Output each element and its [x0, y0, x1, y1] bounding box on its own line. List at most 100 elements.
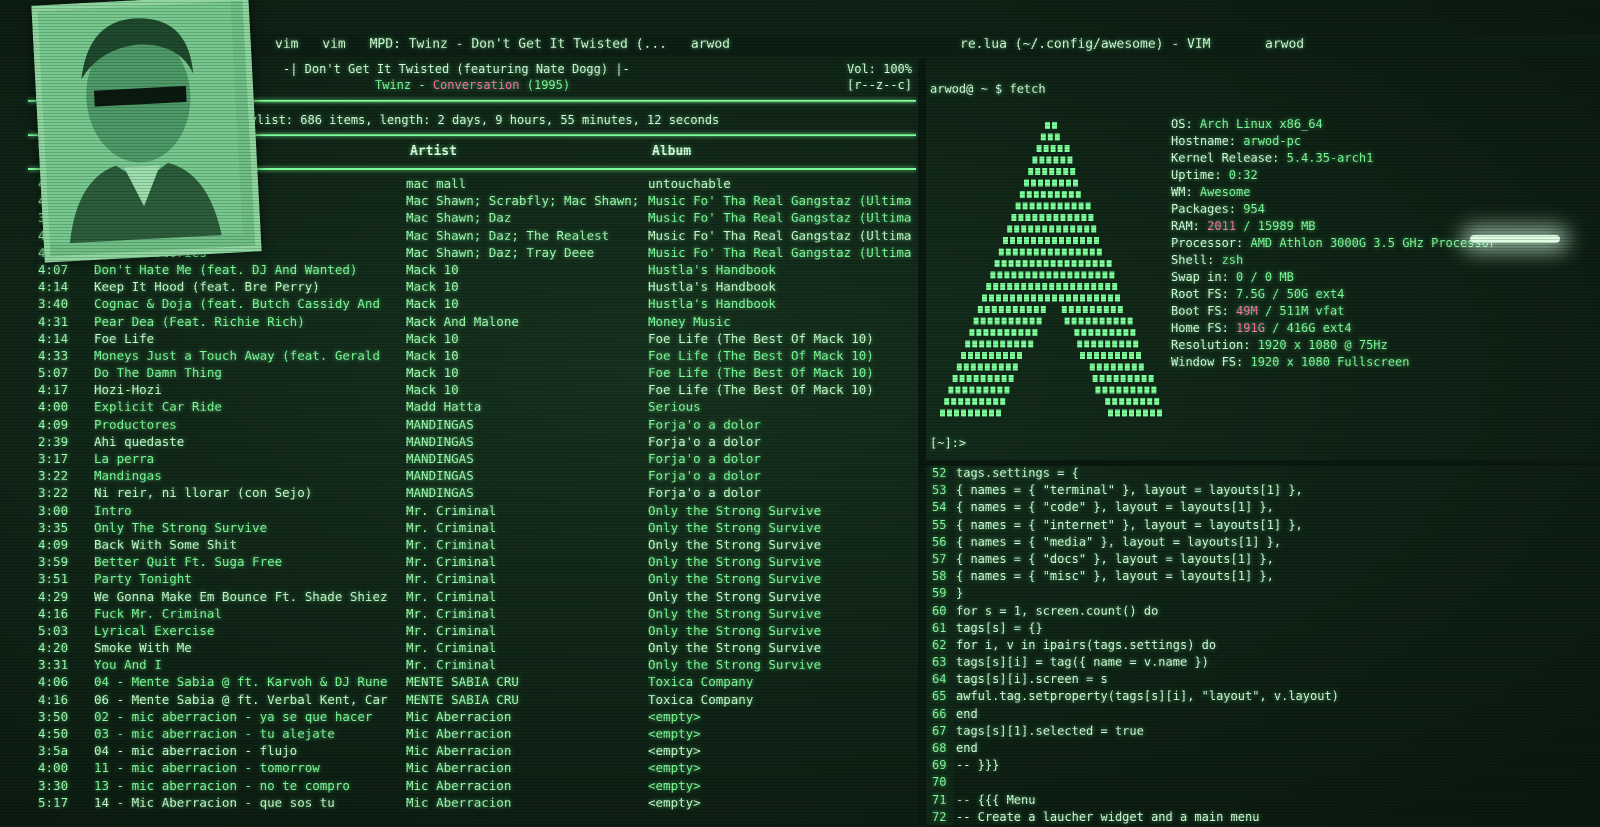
- track-time: 3:00: [38, 502, 69, 518]
- track-album: Only the Strong Survive: [648, 536, 822, 552]
- code-line[interactable]: 57 { names = { "docs" }, layout = layout…: [926, 552, 1600, 569]
- logo-pixel: [1056, 283, 1062, 290]
- line-text: tags[s][1].selected = true: [956, 723, 1144, 738]
- playlist-row[interactable]: 4:07 Don't Hate Me (feat. DJ And Wanted) M…: [28, 262, 916, 279]
- playlist-row[interactable]: 4:29 We Gonna Make Em Bounce Ft. Shade Sh…: [28, 589, 916, 606]
- code-line[interactable]: 55 { names = { "internet" }, layout = la…: [926, 518, 1600, 535]
- logo-pixel: [1015, 202, 1021, 210]
- playlist-row[interactable]: 4:00 11 - mic aberracion - tomorrow Mic Ab…: [28, 760, 916, 777]
- playlist-row[interactable]: 3:40 Cognac & Doja (feat. Butch Cassidy A…: [28, 296, 916, 313]
- code-line[interactable]: 52 tags.settings = {: [926, 466, 1600, 483]
- track-artist: Mic Aberracion: [406, 777, 512, 793]
- playlist-row[interactable]: 4:06 04 - Mente Sabia @ ft. Karvoh & DJ R…: [28, 674, 916, 691]
- playlist[interactable]: 4:00(Intro).mp3)mac malluntouchable4:32M…: [28, 176, 916, 812]
- code-line[interactable]: 60 for s = 1, screen.count() do: [926, 604, 1600, 621]
- code-line[interactable]: 71 -- {{{ Menu: [926, 793, 1600, 810]
- playlist-row[interactable]: 3:51 Party Tonight Mr. Criminal Only the St…: [28, 571, 916, 588]
- logo-pixel: [1084, 225, 1090, 233]
- logo-pixel: [1033, 191, 1039, 198]
- playlist-row[interactable]: 3:59 Better Quit Ft. Suga Free Mr. Crimina…: [28, 554, 916, 571]
- code-line[interactable]: 64 tags[s][i].screen = s: [926, 672, 1600, 689]
- playlist-row[interactable]: 2:39 Ahi quedaste MANDINGAS Forja'o a dolor: [28, 434, 916, 451]
- code-line[interactable]: 65 awful.tag.setproperty(tags[s][i], "la…: [926, 689, 1600, 706]
- playlist-row[interactable]: 4:14 Keep It Hood (feat. Bre Perry) Mack 1…: [28, 279, 916, 296]
- playlist-row[interactable]: 3:50 02 - mic aberracion - ya se que hace…: [28, 709, 916, 726]
- playlist-row[interactable]: 3:22 Ni reir, ni llorar (con Sejo) MANDING…: [28, 485, 916, 502]
- logo-pixel: [1061, 191, 1067, 198]
- logo-pixel: [1141, 375, 1147, 382]
- track-time: 3:17: [38, 451, 69, 466]
- logo-pixel: [1038, 294, 1043, 302]
- terminal-window-title[interactable]: re.lua (~/.config/awesome) - VIM: [960, 37, 1210, 52]
- track-artist: Mr. Criminal: [406, 622, 497, 638]
- mpd-window-title[interactable]: MPD: Twinz - Don't Get It Twisted (...: [370, 37, 667, 52]
- code-buffer[interactable]: 52 tags.settings = {53 { names = { "termi…: [926, 466, 1600, 827]
- column-header-artist[interactable]: Artist: [410, 144, 457, 159]
- vim-editor[interactable]: 52 tags.settings = {53 { names = { "termi…: [926, 466, 1600, 825]
- code-line[interactable]: 63 tags[s][i] = tag({ name = v.name }): [926, 655, 1600, 672]
- track-time: 3:22: [38, 485, 69, 501]
- playlist-row[interactable]: 3:5a 04 - mic aberracion - flujo Mic Aberr…: [28, 743, 916, 760]
- track-artist: Mr. Criminal: [406, 519, 497, 535]
- track-time: 4:14: [38, 279, 69, 295]
- track-time: 5:03: [38, 622, 69, 638]
- info-value: 191G / 416G ext4: [1236, 321, 1352, 335]
- playlist-row[interactable]: 3:22 Mandingas MANDINGAS Forja'o a dolor: [28, 468, 916, 485]
- logo-pixel: [983, 386, 989, 394]
- code-line[interactable]: 68 end: [926, 741, 1600, 758]
- code-line[interactable]: 59}: [926, 586, 1600, 603]
- info-line: Uptime: 0:32: [1171, 167, 1496, 184]
- code-line[interactable]: 70: [926, 775, 1600, 792]
- logo-pixel: [1131, 363, 1137, 371]
- logo-pixel: [1011, 214, 1017, 221]
- code-line[interactable]: 54 { names = { "code" }, layout = layout…: [926, 500, 1600, 517]
- playlist-row[interactable]: 4:50 03 - mic aberracion - tu alejate Mic …: [28, 726, 916, 743]
- playlist-row[interactable]: 5:17 14 - Mic Aberracion - que sos tu Mic …: [28, 795, 916, 812]
- shell-prompt[interactable]: [~]:>: [930, 436, 966, 450]
- info-value: Arch Linux x86_64: [1192, 117, 1323, 131]
- playlist-row[interactable]: 5:07 Do The Damn Thing Mack 10 Foe Life (Th…: [28, 365, 916, 382]
- logo-pixel: [1050, 202, 1056, 210]
- playlist-row[interactable]: 4:17 Hozi-Hozi Mack 10 Foe Life (The Best O…: [28, 382, 916, 399]
- pane-separator[interactable]: [918, 58, 926, 825]
- logo-pixel: [1054, 191, 1060, 198]
- code-line[interactable]: 69 -- }}}: [926, 758, 1600, 775]
- logo-pixel: [1147, 398, 1153, 405]
- playlist-row[interactable]: 5:03 Lyrical Exercise Mr. Criminal Only the…: [28, 623, 916, 640]
- track-title: Foe Life: [94, 330, 155, 346]
- playlist-row[interactable]: 3:30 13 - mic aberracion - no te compro Mi…: [28, 778, 916, 795]
- logo-pixel: [1070, 225, 1076, 233]
- logo-pixel: [1007, 283, 1013, 290]
- code-line[interactable]: 56 { names = { "media" }, layout = layou…: [926, 535, 1600, 552]
- logo-pixel: [1084, 283, 1090, 290]
- playlist-row[interactable]: 3:31 You And I Mr. Criminal Only the Strong…: [28, 657, 916, 674]
- playlist-row[interactable]: 4:14 Foe Life Mack 10 Foe Life (The Best Of…: [28, 331, 916, 348]
- logo-pixel: [1032, 156, 1038, 164]
- track-title: Fuck Mr. Criminal: [94, 605, 222, 621]
- playlist-row[interactable]: 4:16 06 - Mente Sabia @ ft. Verbal Kent, …: [28, 692, 916, 709]
- logo-pixel: [1059, 237, 1064, 244]
- terminal-pane[interactable]: arwod@ ~ $ fetch OS: Arch Linux x86_64 Ho…: [926, 58, 1600, 825]
- code-line[interactable]: 66 end: [926, 707, 1600, 724]
- code-line[interactable]: 67 tags[s][1].selected = true: [926, 724, 1600, 741]
- playlist-row[interactable]: 3:00 Intro Mr. Criminal Only the Strong Sur…: [28, 503, 916, 520]
- playlist-row[interactable]: 3:35 Only The Strong Survive Mr. Criminal O…: [28, 520, 916, 537]
- code-line[interactable]: 61 tags[s] = {}: [926, 621, 1600, 638]
- logo-pixel: [1088, 329, 1094, 336]
- playlist-row[interactable]: 4:33 Moneys Just a Touch Away (feat. Gera…: [28, 348, 916, 365]
- playlist-row[interactable]: 4:20 Smoke With Me Mr. Criminal Only the St…: [28, 640, 916, 657]
- column-header-album[interactable]: Album: [652, 144, 691, 159]
- playlist-row[interactable]: 4:09 Productores MANDINGAS Forja'o a dolor: [28, 417, 916, 434]
- code-line[interactable]: 53 { names = { "terminal" }, layout = la…: [926, 483, 1600, 500]
- playlist-row[interactable]: 4:09 Back With Some Shit Mr. Criminal Only …: [28, 537, 916, 554]
- code-line[interactable]: 72 -- Create a laucher widget and a main …: [926, 810, 1600, 827]
- playlist-row[interactable]: 4:16 Fuck Mr. Criminal Mr. Criminal Only th…: [28, 606, 916, 623]
- code-line[interactable]: 62 for i, v in ipairs(tags.settings) do: [926, 638, 1600, 655]
- code-line[interactable]: 58 { names = { "misc" }, layout = layout…: [926, 569, 1600, 586]
- playlist-row[interactable]: 4:00 Explicit Car Ride Madd Hatta Serious: [28, 399, 916, 416]
- playlist-row[interactable]: 4:31 Pear Dea (Feat. Richie Rich) Mack And…: [28, 314, 916, 331]
- tab-vim-2[interactable]: vim: [322, 37, 345, 52]
- tab-vim-1[interactable]: vim: [275, 37, 298, 52]
- window-tabs: audio vim vim MPD: Twinz - Don't Get It …: [212, 37, 746, 52]
- playlist-row[interactable]: 3:17 La perra MANDINGAS Forja'o a dolor: [28, 451, 916, 468]
